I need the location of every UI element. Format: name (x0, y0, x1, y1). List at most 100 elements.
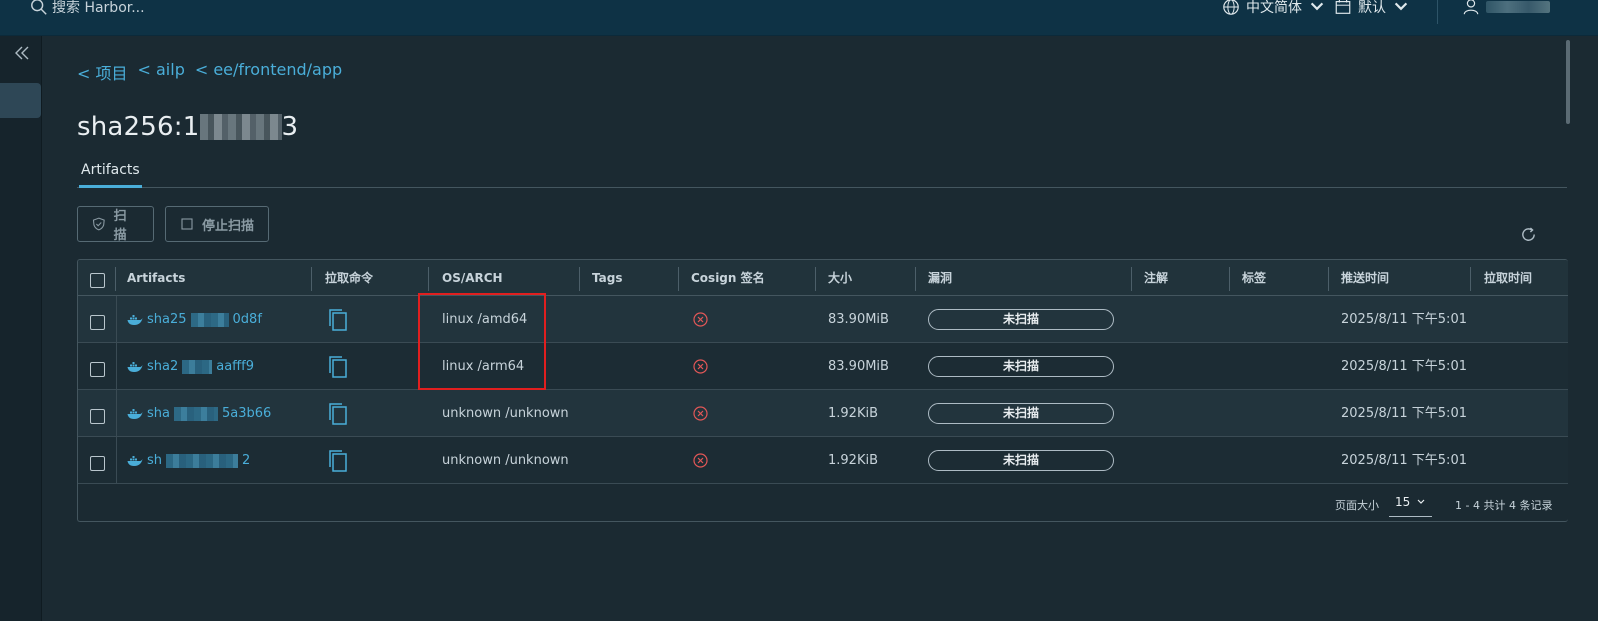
title-redacted (199, 114, 282, 140)
row-checkbox[interactable] (90, 315, 105, 330)
copy-pull-command-icon[interactable] (327, 402, 349, 426)
not-signed-icon (693, 406, 708, 421)
col-labels[interactable]: 标签 (1242, 260, 1266, 296)
row-checkbox[interactable] (90, 362, 105, 377)
breadcrumb-repository[interactable]: < ee/frontend/app (195, 60, 342, 84)
language-label: 中文简体 (1246, 0, 1302, 16)
column-separator (678, 267, 679, 291)
vulnerability-status-badge: 未扫描 (928, 356, 1114, 377)
column-separator (1131, 267, 1132, 291)
copy-pull-command-icon[interactable] (327, 449, 349, 473)
calendar-icon (1335, 0, 1351, 14)
sidebar-item-active[interactable] (0, 83, 41, 118)
not-signed-icon (693, 359, 708, 374)
user-icon (1463, 0, 1479, 15)
table-row[interactable]: sh 2 unknown /unknown 1.92KiB 未扫描 2025/8/… (78, 437, 1568, 484)
table-footer: 页面大小 15 1 - 4 共计 4 条记录 (78, 486, 1568, 521)
copy-pull-command-icon[interactable] (327, 308, 349, 332)
table-header: Artifacts 拉取命令 OS/ARCH Tags Cosign 签名 大小… (78, 260, 1568, 296)
header-divider (1437, 0, 1438, 24)
col-pull-time[interactable]: 拉取时间 (1484, 260, 1532, 296)
col-os-arch[interactable]: OS/ARCH (442, 260, 503, 296)
title-prefix: sha256:1 (77, 112, 200, 142)
col-size[interactable]: 大小 (828, 260, 852, 296)
digest-suffix: aafff9 (216, 359, 254, 374)
col-vulnerabilities[interactable]: 漏洞 (928, 260, 952, 296)
copy-pull-command-icon[interactable] (327, 355, 349, 379)
global-search[interactable]: 搜索 Harbor... (30, 0, 145, 18)
size-value: 83.90MiB (828, 312, 889, 327)
select-all-checkbox[interactable] (90, 273, 105, 288)
not-signed-icon (693, 312, 708, 327)
artifact-digest-link[interactable]: sha 5a3b66 (127, 390, 271, 437)
digest-redacted (173, 406, 218, 421)
left-sidebar (0, 36, 42, 621)
artifact-digest-link[interactable]: sh 2 (127, 437, 250, 484)
username-redacted (1486, 1, 1550, 13)
artifact-digest-link[interactable]: sha2 aafff9 (127, 343, 254, 390)
page-size-select[interactable]: 15 (1389, 487, 1432, 517)
col-annotations[interactable]: 注解 (1144, 260, 1168, 296)
search-icon (31, 0, 47, 15)
scan-label: 扫描 (113, 209, 127, 243)
page-scrollbar[interactable] (1566, 40, 1570, 124)
vulnerability-status-badge: 未扫描 (928, 403, 1114, 424)
tab-artifacts[interactable]: Artifacts (79, 162, 142, 188)
docker-icon (127, 408, 143, 419)
record-summary: 1 - 4 共计 4 条记录 (1455, 498, 1553, 512)
digest-prefix: sha (147, 406, 170, 421)
artifact-digest-link[interactable]: sha25 0d8f (127, 296, 262, 343)
push-time-value: 2025/8/11 下午5:01 (1341, 453, 1467, 468)
user-menu[interactable] (1462, 0, 1550, 18)
row-divider (116, 296, 117, 343)
col-push-time[interactable]: 推送时间 (1341, 260, 1389, 296)
not-signed-icon (693, 453, 708, 468)
page-size-label: 页面大小 (1335, 498, 1379, 512)
chevron-down-icon (1310, 2, 1324, 11)
title-suffix: 3 (281, 112, 299, 142)
chevron-down-icon (1417, 499, 1425, 504)
globe-icon (1223, 0, 1239, 15)
column-separator (1328, 267, 1329, 291)
scan-button[interactable]: 扫描 (77, 206, 154, 243)
table-row[interactable]: sha25 0d8f linux /amd64 83.90MiB 未扫描 2025… (78, 296, 1568, 343)
stop-scan-button[interactable]: 停止扫描 (165, 206, 269, 242)
col-tags[interactable]: Tags (592, 260, 622, 296)
language-selector[interactable]: 中文简体 (1222, 0, 1326, 18)
row-checkbox[interactable] (90, 409, 105, 424)
digest-suffix: 2 (242, 453, 251, 468)
docker-icon (127, 361, 143, 372)
calendar-selector[interactable]: 默认 (1334, 0, 1410, 18)
collapse-sidebar-icon[interactable] (12, 44, 32, 62)
digest-prefix: sha2 (147, 359, 179, 374)
breadcrumb-project-ailp[interactable]: < ailp (138, 60, 185, 84)
os-arch-value: unknown /unknown (442, 406, 569, 421)
digest-redacted (182, 359, 213, 374)
size-value: 1.92KiB (828, 406, 879, 421)
top-header: 搜索 Harbor... 中文简体 默认 (0, 0, 1598, 36)
col-artifacts[interactable]: Artifacts (127, 260, 185, 296)
refresh-icon[interactable] (1520, 226, 1537, 243)
calendar-label: 默认 (1358, 0, 1386, 16)
push-time-value: 2025/8/11 下午5:01 (1341, 359, 1467, 374)
stop-square-icon (181, 218, 193, 230)
shield-icon (92, 217, 105, 231)
col-cosign[interactable]: Cosign 签名 (691, 260, 765, 296)
column-separator (579, 267, 580, 291)
table-row[interactable]: sha 5a3b66 unknown /unknown 1.92KiB 未扫描 2… (78, 390, 1568, 437)
page-title: sha256:1 3 (77, 112, 298, 142)
row-checkbox[interactable] (90, 456, 105, 471)
docker-icon (127, 314, 143, 325)
col-pull-command[interactable]: 拉取命令 (325, 260, 373, 296)
digest-suffix: 0d8f (232, 312, 262, 327)
page-size-value: 15 (1395, 494, 1411, 509)
digest-redacted (190, 312, 229, 327)
digest-redacted (166, 453, 239, 468)
docker-icon (127, 455, 143, 466)
breadcrumb-projects[interactable]: < 项目 (77, 60, 128, 84)
row-divider (116, 437, 117, 484)
os-arch-value: unknown /unknown (442, 453, 569, 468)
size-value: 1.92KiB (828, 453, 879, 468)
digest-suffix: 5a3b66 (221, 406, 272, 421)
table-row[interactable]: sha2 aafff9 linux /arm64 83.90MiB 未扫描 202… (78, 343, 1568, 390)
